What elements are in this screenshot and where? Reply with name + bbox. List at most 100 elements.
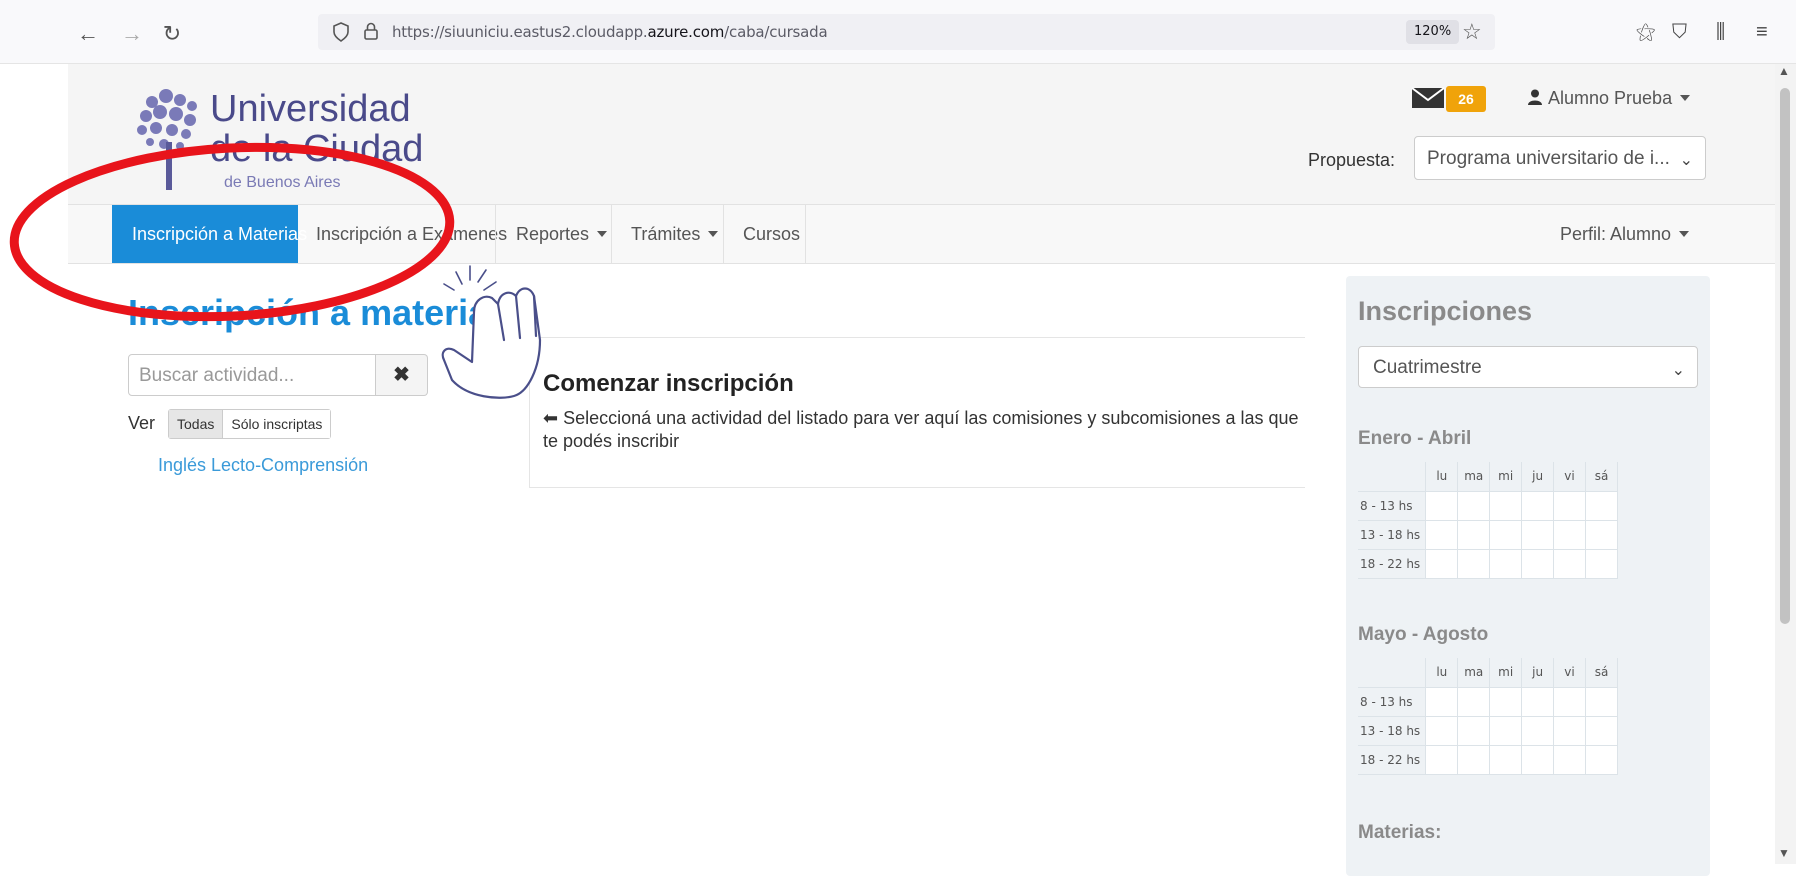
- menu-icon[interactable]: ≡: [1756, 18, 1768, 46]
- reload-icon[interactable]: ↻: [158, 20, 186, 48]
- shield-icon: [333, 22, 349, 42]
- filter-button-group: Todas Sólo inscriptas: [168, 409, 332, 439]
- address-bar[interactable]: https://siuuniciu.eastus2.cloudapp.azure…: [318, 14, 1495, 50]
- period-select[interactable]: Cuatrimestre ⌄: [1358, 346, 1698, 388]
- slot-label: 18 - 22 hs: [1358, 548, 1427, 579]
- save-icon[interactable]: ⚝: [1636, 18, 1655, 46]
- content-title: Comenzar inscripción: [543, 370, 794, 397]
- page-title: Inscripción a materias: [128, 292, 509, 333]
- propuesta-label: Propuesta:: [1308, 150, 1396, 170]
- content-instructions-text: Seleccioná una actividad del listado par…: [543, 408, 1299, 451]
- propuesta-select[interactable]: Programa universitario de i... ⌄: [1414, 136, 1706, 180]
- day-header: vi: [1553, 658, 1586, 688]
- slot-label: 13 - 18 hs: [1358, 715, 1427, 746]
- schedule-row: 8 - 13 hs: [1358, 490, 1619, 521]
- activity-link[interactable]: Inglés Lecto-Comprensión: [158, 455, 368, 476]
- schedule-table: lu ma mi ju vi sá 8 - 13 hs 13 - 18 hs 1…: [1358, 462, 1619, 579]
- scroll-down-icon[interactable]: ▼: [1778, 846, 1790, 860]
- zoom-level[interactable]: 120%: [1406, 20, 1460, 44]
- arrow-left-icon: ⬅: [543, 408, 564, 428]
- user-menu[interactable]: Alumno Prueba: [1528, 88, 1691, 109]
- forward-icon[interactable]: →: [118, 20, 146, 48]
- period-title: Enero - Abril: [1358, 428, 1472, 449]
- nav-tramites[interactable]: Trámites: [611, 205, 738, 263]
- slot-label: 8 - 13 hs: [1358, 686, 1427, 717]
- schedule-cell: [1425, 519, 1459, 550]
- user-name: Alumno Prueba: [1548, 88, 1673, 108]
- perfil-menu[interactable]: Perfil: Alumno: [1540, 205, 1709, 263]
- schedule-cell: [1521, 715, 1555, 746]
- clear-search-button[interactable]: ✖: [376, 354, 428, 396]
- mail-icon[interactable]: [1410, 86, 1446, 110]
- schedule-cell: [1521, 519, 1555, 550]
- chevron-down-icon: ⌄: [1671, 362, 1685, 379]
- nav-tramites-label: Trámites: [631, 224, 701, 244]
- bookmark-star-icon[interactable]: ☆: [1462, 20, 1482, 44]
- caret-down-icon: [1680, 95, 1691, 101]
- schedule-cell: [1489, 548, 1523, 579]
- schedule-cell: [1521, 744, 1555, 775]
- schedule-corner: [1358, 462, 1427, 492]
- schedule-cell: [1489, 519, 1523, 550]
- schedule-cell: [1489, 715, 1523, 746]
- schedule-table: lu ma mi ju vi sá 8 - 13 hs 13 - 18 hs 1…: [1358, 658, 1619, 775]
- schedule-cell: [1553, 686, 1586, 717]
- schedule-row: 13 - 18 hs: [1358, 715, 1619, 746]
- filter-enrolled-button[interactable]: Sólo inscriptas: [223, 410, 331, 438]
- schedule-cell: [1553, 519, 1586, 550]
- schedule-cell: [1553, 744, 1586, 775]
- scroll-up-icon[interactable]: ▲: [1778, 64, 1790, 78]
- logo-title-line1: Universidad: [210, 88, 411, 130]
- schedule-cell: [1425, 490, 1459, 521]
- schedule-cell: [1521, 686, 1555, 717]
- slot-label: 13 - 18 hs: [1358, 519, 1427, 550]
- university-logo[interactable]: Universidad de la Ciudad de Buenos Aires: [132, 82, 432, 192]
- day-header: sá: [1584, 462, 1619, 492]
- pocket-icon[interactable]: ⛉: [1672, 18, 1687, 46]
- schedule-cell: [1521, 548, 1555, 579]
- day-header: ju: [1521, 658, 1555, 688]
- scrollbar-thumb[interactable]: [1780, 88, 1790, 624]
- sidebar-title: Inscripciones: [1358, 296, 1533, 326]
- logo-subtitle: de Buenos Aires: [224, 174, 341, 191]
- day-header: lu: [1425, 658, 1459, 688]
- schedule-row: 13 - 18 hs: [1358, 519, 1619, 550]
- mail-count-badge[interactable]: 26: [1446, 86, 1486, 112]
- schedule-cell: [1425, 715, 1459, 746]
- schedule-cell: [1584, 744, 1619, 775]
- schedule-cell: [1457, 519, 1491, 550]
- back-icon[interactable]: ←: [74, 20, 102, 48]
- filter-all-button[interactable]: Todas: [169, 410, 224, 438]
- schedule-row: 18 - 22 hs: [1358, 744, 1619, 775]
- web-page: Universidad de la Ciudad de Buenos Aires…: [68, 64, 1775, 876]
- search-input[interactable]: Buscar actividad...: [128, 354, 376, 396]
- schedule-header-row: lu ma mi ju vi sá: [1358, 658, 1619, 688]
- materias-label: Materias:: [1358, 822, 1442, 843]
- schedule-cell: [1457, 686, 1491, 717]
- nav-inscripcion-examenes[interactable]: Inscripción a Exámenes: [296, 205, 527, 263]
- period-title: Mayo - Agosto: [1358, 624, 1489, 645]
- period-select-value: Cuatrimestre: [1373, 357, 1482, 378]
- schedule-cell: [1584, 548, 1619, 579]
- schedule-cell: [1584, 715, 1619, 746]
- site-header: Universidad de la Ciudad de Buenos Aires…: [68, 64, 1775, 204]
- schedule-cell: [1584, 686, 1619, 717]
- day-header: vi: [1553, 462, 1586, 492]
- schedule-cell: [1489, 490, 1523, 521]
- day-header: sá: [1584, 658, 1619, 688]
- day-header: ju: [1521, 462, 1555, 492]
- schedule-cell: [1521, 490, 1555, 521]
- slot-label: 18 - 22 hs: [1358, 744, 1427, 775]
- nav-reportes[interactable]: Reportes: [496, 205, 627, 263]
- schedule-cell: [1553, 490, 1586, 521]
- schedule-cell: [1457, 490, 1491, 521]
- schedule-cell: [1425, 744, 1459, 775]
- library-icon[interactable]: ⫼: [1716, 18, 1725, 46]
- schedule-cell: [1425, 548, 1459, 579]
- caret-down-icon: [708, 231, 719, 237]
- nav-inscripcion-materias[interactable]: Inscripción a Materias: [112, 205, 307, 263]
- schedule-cell: [1553, 548, 1586, 579]
- user-icon: [1528, 89, 1542, 105]
- schedule-cell: [1489, 744, 1523, 775]
- nav-reportes-label: Reportes: [516, 224, 590, 244]
